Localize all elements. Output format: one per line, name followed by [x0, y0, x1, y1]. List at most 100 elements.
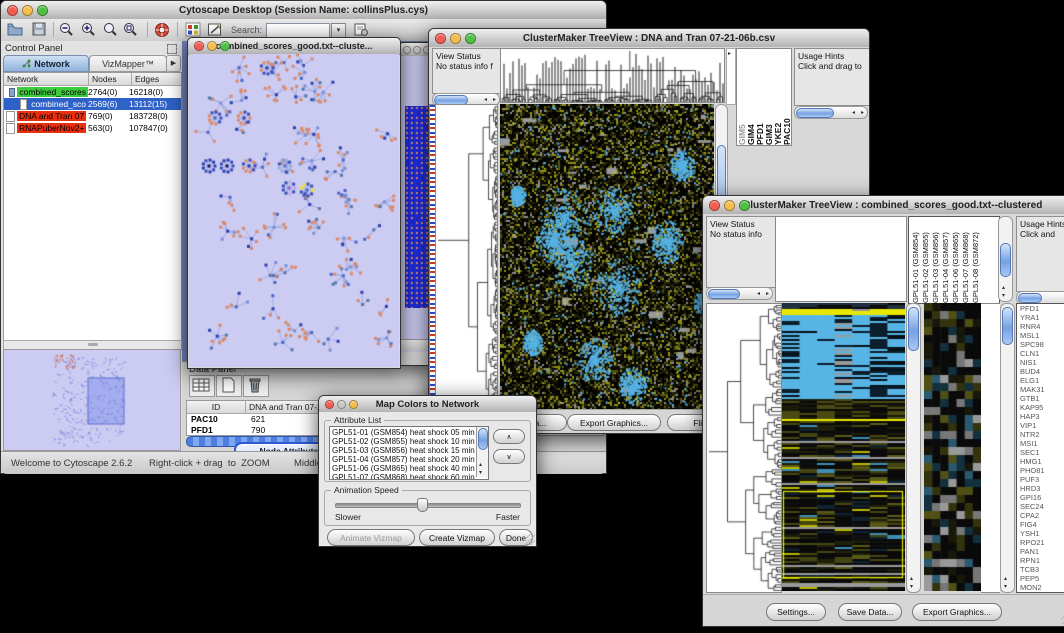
attribute-item[interactable]: GPL51-02 (GSM855) heat shock 10 min [332, 437, 486, 446]
tv2-gene-label[interactable]: PFD1 [1020, 304, 1064, 313]
tv2-gene-label[interactable]: RNR4 [1020, 322, 1064, 331]
tv1-column-label[interactable]: GIM4 [746, 51, 755, 145]
main-titlebar[interactable]: Cytoscape Desktop (Session Name: collins… [1, 1, 606, 20]
scroll-left-icon[interactable]: ◂ [484, 97, 487, 103]
tv2-save-data-button[interactable]: Save Data... [838, 603, 902, 621]
tv2-gene-label[interactable]: PAN1 [1020, 547, 1064, 556]
tab-network[interactable]: Network [3, 55, 89, 72]
resize-grip[interactable] [524, 534, 535, 545]
scroll-right-icon[interactable]: ▸ [861, 110, 864, 116]
network-table-row[interactable]: combined_scores 2764(0) 16218(0) [4, 86, 181, 98]
tv2-gene-label[interactable]: NTR2 [1020, 430, 1064, 439]
tv2-gene-label[interactable]: HMG1 [1020, 457, 1064, 466]
tv2-column-label[interactable]: GPL51-07 (GSM868) [961, 219, 971, 303]
tv2-gene-label[interactable]: YRA1 [1020, 313, 1064, 322]
col-header-nodes[interactable]: Nodes [89, 73, 132, 86]
tv1-column-label[interactable]: GIM3 [764, 51, 773, 145]
tv2-gene-label[interactable]: PUF3 [1020, 475, 1064, 484]
window-controls[interactable] [7, 1, 48, 19]
tv2-gene-label[interactable]: HRD3 [1020, 484, 1064, 493]
tv2-gene-label[interactable]: SPC98 [1020, 340, 1064, 349]
scroll-up-icon[interactable]: ▴ [1002, 285, 1005, 291]
search-input[interactable] [266, 23, 330, 38]
network-canvas[interactable] [189, 54, 399, 367]
network-table-row[interactable]: combined_sco 2569(6) 13112(15) [4, 98, 181, 110]
zoom-window-icon[interactable] [220, 41, 230, 51]
zoom-in-icon[interactable] [81, 22, 96, 42]
tv2-gene-label[interactable]: PEP5 [1020, 574, 1064, 583]
col-header-edges[interactable]: Edges [132, 73, 181, 86]
tv2-gene-label[interactable]: CPA2 [1020, 511, 1064, 520]
scroll-left-icon[interactable]: ◂ [757, 291, 760, 297]
scroll-down-icon[interactable]: ▾ [1002, 293, 1005, 299]
zoom-window-icon[interactable] [465, 33, 476, 44]
tv2-zoom-heatmap-canvas[interactable] [924, 303, 981, 591]
tv2-gene-label[interactable]: FIG4 [1020, 520, 1064, 529]
treeview1-titlebar[interactable]: ClusterMaker TreeView : DNA and Tran 07-… [429, 29, 869, 48]
tv2-labels-scrollbar[interactable]: ▴ ▾ [998, 216, 1013, 302]
tv2-status-scrollbar[interactable]: ◂ ▸ [706, 287, 773, 300]
tv2-gene-label[interactable]: RPO21 [1020, 538, 1064, 547]
tv1-heatmap-canvas[interactable] [500, 104, 714, 409]
zoom-window-icon[interactable] [37, 5, 48, 16]
tv2-gene-label[interactable]: VIP1 [1020, 421, 1064, 430]
tv2-column-label[interactable]: GPL51-04 (GSM857) [941, 219, 951, 303]
scroll-up-icon[interactable]: ▴ [479, 462, 482, 468]
attribute-list-scrollbar[interactable]: ▴ ▾ [476, 427, 488, 477]
tv1-column-label[interactable]: GIM5 [737, 51, 746, 145]
scroll-right-icon[interactable]: ▸ [493, 97, 496, 103]
tv1-row-dendrogram[interactable] [435, 104, 498, 411]
col-header-id[interactable]: ID [187, 401, 246, 414]
close-icon[interactable] [435, 33, 446, 44]
minimize-icon[interactable] [450, 33, 461, 44]
tv2-settings-button[interactable]: Settings... [766, 603, 826, 621]
scroll-down-icon[interactable]: ▾ [910, 584, 913, 590]
tab-vizmapper[interactable]: VizMapper™ [89, 55, 167, 72]
tv2-gene-label[interactable]: NIS1 [1020, 358, 1064, 367]
scroll-up-icon[interactable]: ▴ [1004, 576, 1007, 582]
tv2-gene-label[interactable]: RPN1 [1020, 556, 1064, 565]
help-lifering-icon[interactable] [154, 22, 170, 43]
minimize-icon[interactable] [22, 5, 33, 16]
scroll-down-icon[interactable]: ▾ [1004, 584, 1007, 590]
tab-overflow-button[interactable]: ▶ [166, 55, 181, 72]
tv2-gene-label[interactable]: MON2 [1020, 583, 1064, 592]
move-down-button[interactable]: ∨ [493, 449, 525, 464]
col-header-network[interactable]: Network [4, 73, 89, 86]
save-session-icon[interactable] [32, 22, 46, 41]
tv1-export-graphics-button[interactable]: Export Graphics... [567, 414, 661, 431]
tv1-column-label[interactable]: PAC10 [782, 51, 791, 145]
scroll-up-icon[interactable]: ▴ [910, 576, 913, 582]
tv2-gene-label[interactable]: GPI16 [1020, 493, 1064, 502]
table-view-icon[interactable] [189, 375, 215, 397]
attribute-item[interactable]: GPL51-04 (GSM857) heat shock 20 min [332, 455, 486, 464]
minimize-icon[interactable] [413, 46, 421, 54]
speed-slider-track[interactable] [335, 503, 521, 508]
close-icon[interactable] [709, 200, 720, 211]
treeview2-titlebar[interactable]: ClusterMaker TreeView : combined_scores_… [703, 196, 1064, 215]
network-view-titlebar[interactable]: combined_scores_good.txt--cluste... [188, 38, 400, 55]
tv2-gene-label[interactable]: PHO81 [1020, 466, 1064, 475]
tv1-column-label[interactable]: YKE2 [773, 51, 782, 145]
tv2-heatmap-canvas[interactable] [782, 303, 905, 591]
tv2-gene-label[interactable]: ELG1 [1020, 376, 1064, 385]
tv2-column-label[interactable]: GPL51-03 (GSM856) [931, 219, 941, 303]
tv1-column-label[interactable]: PFD1 [755, 51, 764, 145]
tv2-column-label[interactable]: GPL51-06 (GSM865) [951, 219, 961, 303]
attribute-listbox[interactable]: GPL51-01 (GSM854) heat shock 05 minGPL51… [329, 426, 489, 480]
close-icon[interactable] [325, 400, 334, 409]
move-up-button[interactable]: ∧ [493, 429, 525, 444]
tv2-gene-label[interactable]: MSL1 [1020, 331, 1064, 340]
tv2-gene-label[interactable]: GTB1 [1020, 394, 1064, 403]
delete-attribute-icon[interactable] [243, 375, 269, 397]
tv2-row-dendrogram[interactable] [706, 303, 782, 593]
speed-slider-thumb[interactable] [417, 498, 428, 512]
tv2-gene-label[interactable]: SEC1 [1020, 448, 1064, 457]
zoom-window-icon[interactable] [349, 400, 358, 409]
tv1-column-dendrogram[interactable] [500, 48, 725, 103]
tv2-gene-label[interactable]: CLN1 [1020, 349, 1064, 358]
attribute-item[interactable]: GPL51-07 (GSM868) heat shock 60 min [332, 473, 486, 480]
close-icon[interactable] [403, 46, 411, 54]
network-table-row[interactable]: DNA and Tran 07 769(0) 183728(0) [4, 110, 181, 122]
tv2-export-graphics-button[interactable]: Export Graphics... [912, 603, 1002, 621]
